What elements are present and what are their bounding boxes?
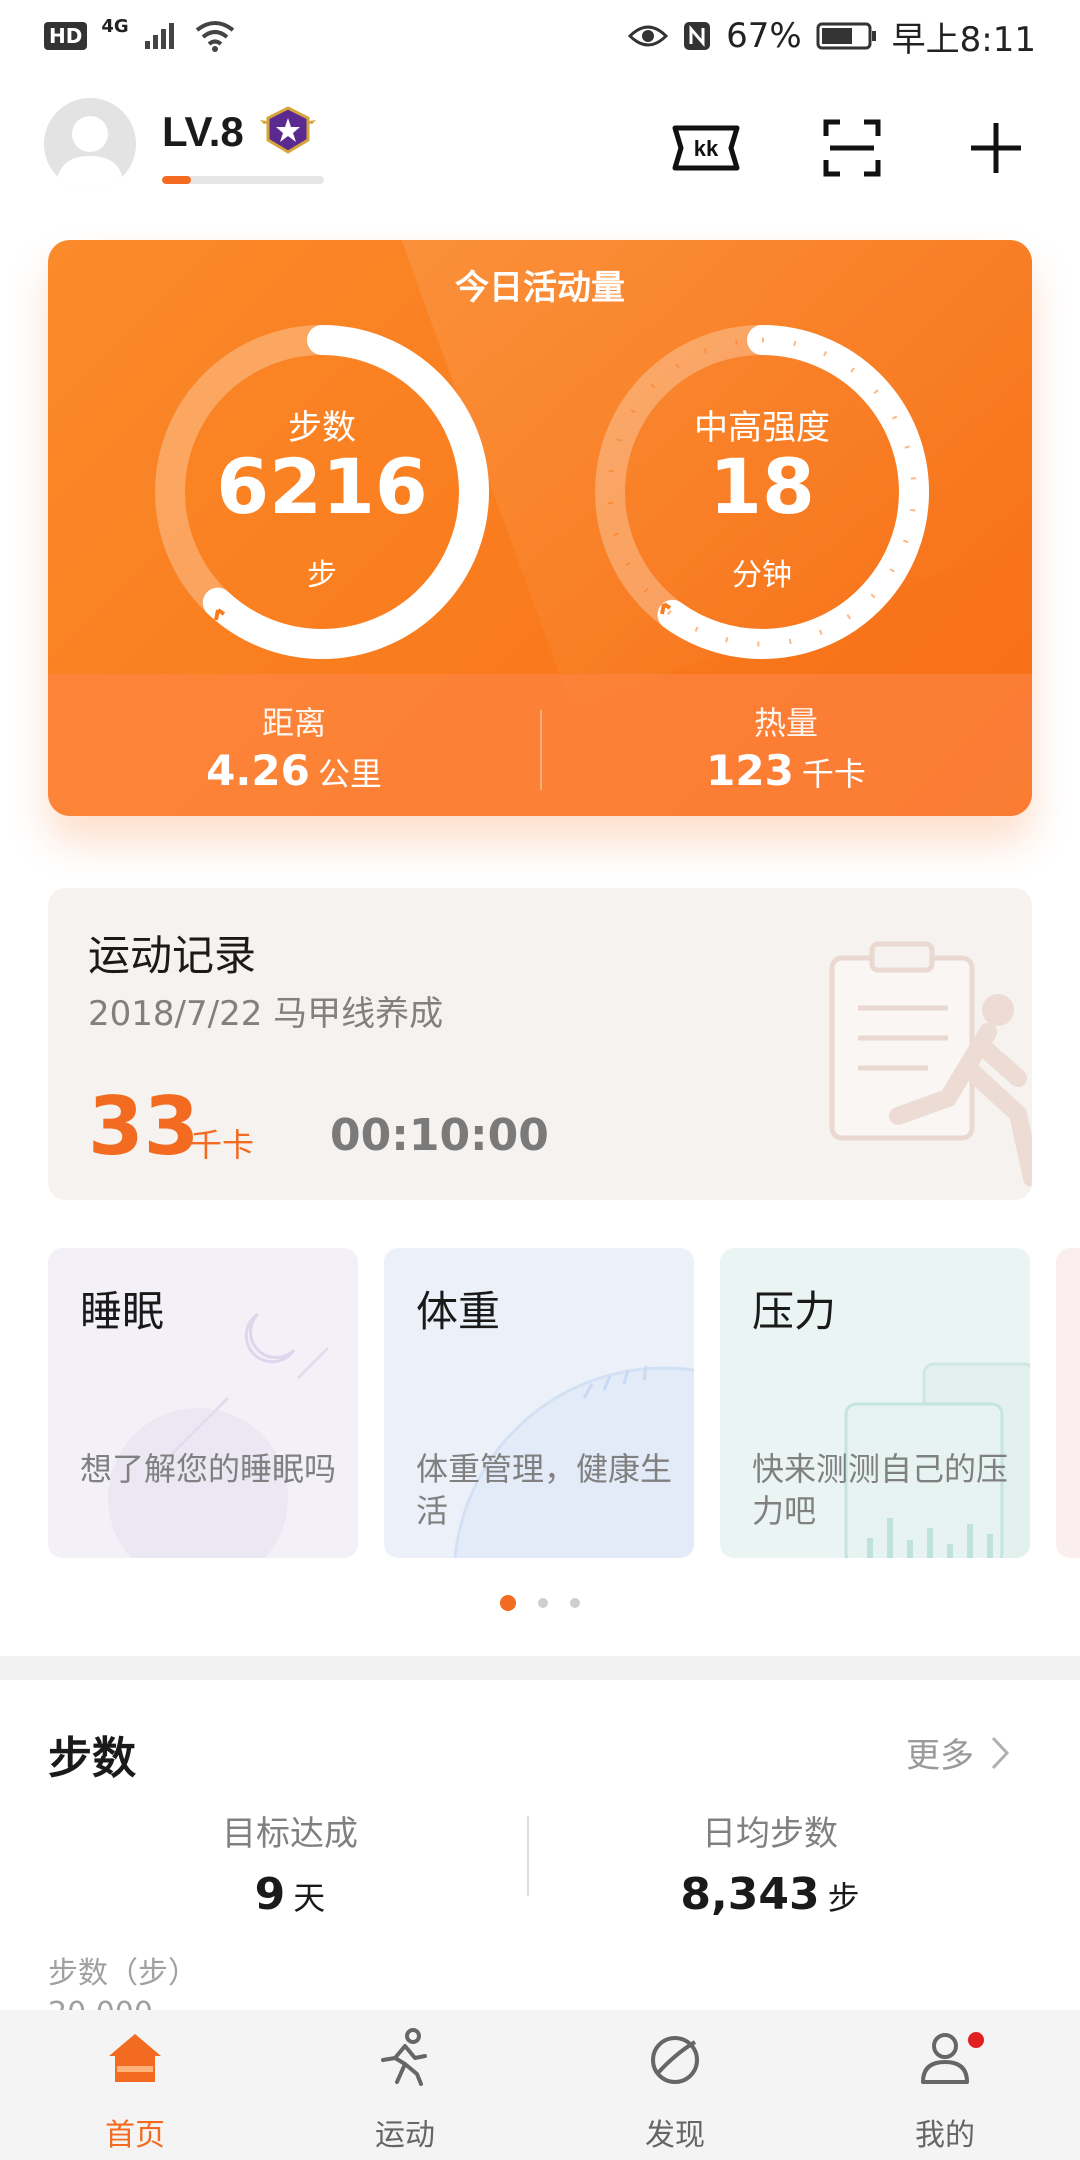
distance-label: 距离 (261, 704, 326, 742)
chart-top-tick: 20,000 (48, 1994, 153, 2010)
goal-label: 目标达成 (222, 1814, 358, 1854)
weight-title: 体重 (416, 1287, 501, 1336)
record-title: 运动记录 (88, 931, 257, 980)
distance-unit: 公里 (317, 755, 382, 793)
sleep-desc: 想了解您的睡眠吗 (80, 1450, 337, 1488)
more-label: 更多 (906, 1736, 974, 1776)
nav-me[interactable]: 我的 (810, 2010, 1080, 2160)
carousel-dot-1[interactable] (500, 1595, 516, 1611)
avg-value: 8,343 (680, 1869, 820, 1920)
section-separator (0, 1656, 1080, 1680)
activity-card[interactable]: 今日活动量 步数 6216 步 中高强度 18 分钟 距离 4.26 公里 热量 … (48, 240, 1032, 816)
ticket-button[interactable]: kk (670, 112, 742, 184)
hd-badge: HD (44, 22, 88, 50)
intensity-unit: 分钟 (732, 558, 792, 593)
clock-time: 早上8:11 (891, 19, 1036, 60)
nav-me-label: 我的 (915, 2118, 975, 2153)
activity-title: 今日活动量 (455, 268, 625, 308)
battery-percent: 67% (726, 16, 802, 56)
signal-icon (144, 23, 174, 49)
exercise-record-card[interactable]: 运动记录 2018/7/22 马甲线养成 33 千卡 00:10:00 (48, 888, 1032, 1200)
steps-value: 6216 (216, 442, 428, 531)
steps-section-title: 步数 (48, 1733, 136, 1784)
stress-title: 压力 (752, 1287, 837, 1336)
intensity-ring[interactable]: 中高强度 18 分钟 (594, 324, 930, 660)
network-type: 4G (101, 15, 129, 37)
weight-card[interactable]: 体重 体重管理，健康生活 (384, 1248, 694, 1558)
nav-exercise-label: 运动 (375, 2118, 435, 2153)
nav-discover[interactable]: 发现 (540, 2010, 810, 2160)
level-badge-icon (260, 106, 316, 154)
record-duration: 00:10:00 (330, 1110, 549, 1161)
wifi-icon (195, 21, 234, 52)
record-calories: 33 (88, 1080, 200, 1173)
steps-ring[interactable]: 步数 6216 步 (154, 324, 490, 660)
status-left: HD 4G (44, 16, 235, 52)
status-right: 67% 早上8:11 (628, 12, 1036, 61)
level-text: LV.8 (162, 108, 244, 155)
bottom-nav: 首页 运动 发现 我的 (0, 2010, 1080, 2160)
chevron-right-icon (991, 1736, 1010, 1769)
activity-summary: 距离 4.26 公里 热量 123 千卡 (48, 674, 1032, 816)
calories-value-row: 123 千卡 (540, 746, 1032, 795)
calories-unit: 千卡 (801, 755, 866, 793)
carousel-dot-2[interactable] (538, 1598, 548, 1608)
avatar[interactable] (44, 98, 136, 190)
avg-unit: 步 (827, 1879, 860, 1917)
goal-stat: 目标达成 9天 (20, 1806, 560, 1920)
goal-value-row: 9天 (20, 1869, 560, 1920)
avatar-silhouette-icon (56, 116, 124, 190)
calories-value: 123 (706, 746, 794, 795)
record-subtitle: 2018/7/22 马甲线养成 (88, 994, 444, 1034)
distance-stat: 距离 4.26 公里 (48, 698, 540, 795)
avg-stat: 日均步数 8,343 步 (500, 1806, 1040, 1920)
notification-dot (968, 2032, 984, 2048)
ticket-icon: kk (672, 125, 740, 171)
weight-desc: 体重管理，健康生活 (416, 1450, 673, 1530)
plus-icon (971, 123, 1021, 173)
nav-exercise[interactable]: 运动 (270, 2010, 540, 2160)
add-button[interactable] (960, 112, 1032, 184)
clipboard-runner-icon (829, 941, 1032, 1187)
calories-label: 热量 (753, 704, 818, 742)
header: LV.8 kk (0, 90, 1080, 200)
scan-icon (823, 119, 881, 177)
home-icon (109, 2034, 161, 2082)
goal-value: 9 (254, 1869, 286, 1920)
nfc-icon (684, 22, 711, 50)
status-bar: HD 4G 67% 早上8:11 (0, 0, 1080, 72)
stress-desc: 快来测测自己的压力吧 (752, 1450, 1009, 1530)
steps-unit: 步 (307, 558, 337, 593)
avg-value-row: 8,343 步 (500, 1869, 1040, 1920)
nav-home[interactable]: 首页 (0, 2010, 270, 2160)
chart-label: 步数（步） (48, 1956, 198, 1991)
nav-discover-label: 发现 (645, 2118, 705, 2153)
running-icon (381, 2028, 427, 2086)
sleep-title: 睡眠 (80, 1287, 165, 1336)
distance-value-row: 4.26 公里 (48, 746, 540, 795)
level-progress-fill (162, 176, 192, 184)
battery-icon (816, 22, 876, 50)
stress-card[interactable]: 压力 快来测测自己的压力吧 (720, 1248, 1030, 1558)
record-calories-unit: 千卡 (190, 1126, 255, 1164)
level-progress-bar (162, 176, 324, 184)
calories-stat: 热量 123 千卡 (540, 698, 1032, 795)
next-card-peek[interactable] (1056, 1248, 1080, 1558)
svg-text:kk: kk (694, 136, 719, 161)
more-link[interactable]: 更多 (906, 1728, 1010, 1777)
distance-value: 4.26 (206, 746, 310, 795)
profile-icon (921, 2033, 969, 2084)
scan-button[interactable] (816, 112, 888, 184)
intensity-value: 18 (709, 442, 815, 531)
sleep-card[interactable]: 睡眠 想了解您的睡眠吗 (48, 1248, 358, 1558)
eye-comfort-icon (628, 25, 669, 47)
planet-icon (651, 2036, 699, 2084)
nav-home-label: 首页 (105, 2118, 165, 2153)
avg-label: 日均步数 (702, 1814, 838, 1854)
goal-unit: 天 (293, 1879, 326, 1917)
carousel-indicator (0, 1595, 1080, 1611)
carousel-dot-3[interactable] (570, 1598, 580, 1608)
